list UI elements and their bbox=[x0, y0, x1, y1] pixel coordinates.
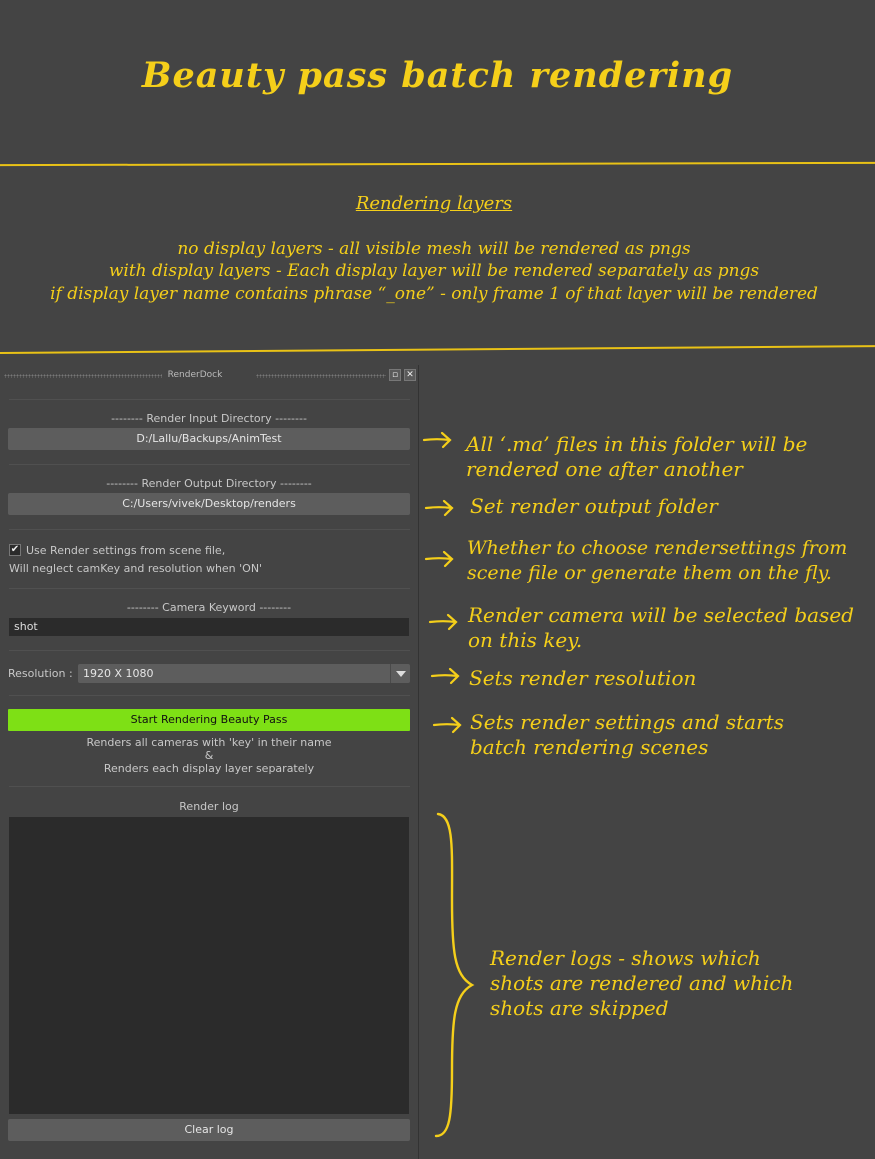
use-scene-settings-label: Use Render settings from scene file, bbox=[26, 544, 226, 557]
arrow-icon bbox=[422, 431, 452, 449]
annotation-line: All ‘.ma’ files in this folder will be bbox=[466, 432, 808, 456]
output-directory-button[interactable]: C:/Users/vivek/Desktop/renders bbox=[8, 493, 410, 515]
resolution-dropdown[interactable]: 1920 X 1080 bbox=[78, 664, 410, 683]
separator bbox=[9, 786, 410, 787]
layer-note-1: no display layers - all visible mesh wil… bbox=[177, 239, 691, 259]
resolution-label: Resolution : bbox=[8, 667, 73, 680]
use-scene-settings-note: Will neglect camKey and resolution when … bbox=[9, 562, 263, 575]
resolution-dropdown-button[interactable] bbox=[390, 664, 410, 683]
start-note-2: Renders each display layer separately bbox=[103, 762, 315, 775]
separator bbox=[9, 650, 410, 651]
annotation-line: scene file or generate them on the fly. bbox=[467, 562, 832, 584]
output-directory-label: -------- Render Output Directory -------… bbox=[106, 477, 312, 490]
render-log-label: Render log bbox=[179, 800, 239, 813]
arrow-icon bbox=[424, 499, 454, 517]
annotation-start: Sets render settings and starts batch re… bbox=[470, 710, 784, 760]
use-scene-settings-checkbox[interactable]: ✔ bbox=[9, 544, 21, 556]
clear-log-button[interactable]: Clear log bbox=[8, 1119, 410, 1141]
annotation-line: Render logs - shows which bbox=[490, 946, 761, 970]
annotation-output-dir: Set render output folder bbox=[470, 494, 718, 519]
arrow-icon bbox=[428, 613, 458, 631]
annotation-log: Render logs - shows which shots are rend… bbox=[490, 946, 793, 1021]
separator bbox=[9, 529, 410, 530]
annotation-resolution: Sets render resolution bbox=[469, 666, 696, 691]
annotation-scene-settings: Whether to choose rendersettings from sc… bbox=[467, 536, 847, 586]
annotation-line: Whether to choose rendersettings from bbox=[467, 537, 848, 559]
layers-heading: Rendering layers bbox=[355, 193, 513, 214]
layer-note-3: if display layer name contains phrase “_… bbox=[50, 284, 818, 304]
dock-titlebar[interactable]: RenderDock ▫ ✕ bbox=[0, 365, 419, 387]
annotation-line: Set render output folder bbox=[470, 494, 718, 518]
brace-icon bbox=[434, 812, 475, 1138]
annotation-line: Render camera will be selected based bbox=[468, 603, 854, 627]
start-note-1: Renders all cameras with 'key' in their … bbox=[86, 736, 332, 749]
separator bbox=[9, 399, 410, 400]
annotation-input-dir: All ‘.ma’ files in this folder will be r… bbox=[466, 432, 807, 482]
arrow-icon bbox=[430, 667, 460, 685]
separator bbox=[9, 588, 410, 589]
input-directory-button[interactable]: D:/Lallu/Backups/AnimTest bbox=[8, 428, 410, 450]
arrow-icon bbox=[432, 716, 462, 734]
page-title: Beauty pass batch rendering bbox=[141, 55, 734, 96]
annotation-line: Sets render resolution bbox=[469, 666, 697, 690]
input-directory-label: -------- Render Input Directory -------- bbox=[111, 412, 307, 425]
chevron-down-icon bbox=[396, 671, 406, 677]
dock-title: RenderDock bbox=[167, 370, 223, 380]
start-rendering-button[interactable]: Start Rendering Beauty Pass bbox=[8, 709, 410, 731]
float-window-icon[interactable]: ▫ bbox=[389, 369, 401, 381]
drag-handle-left[interactable] bbox=[4, 374, 162, 378]
annotation-line: rendered one after another bbox=[466, 457, 743, 481]
annotation-line: on this key. bbox=[468, 628, 583, 652]
annotation-line: shots are skipped bbox=[490, 996, 669, 1020]
close-icon[interactable]: ✕ bbox=[404, 369, 416, 381]
render-log-area[interactable] bbox=[9, 817, 409, 1114]
camera-keyword-label: -------- Camera Keyword -------- bbox=[126, 601, 292, 614]
separator bbox=[9, 464, 410, 465]
separator bbox=[9, 695, 410, 696]
resolution-value: 1920 X 1080 bbox=[83, 667, 154, 680]
annotation-line: shots are rendered and which bbox=[490, 971, 794, 995]
annotation-camera-key: Render camera will be selected based on … bbox=[468, 603, 854, 653]
drag-handle-right[interactable] bbox=[256, 374, 386, 378]
header-divider bbox=[0, 161, 875, 167]
camera-keyword-input[interactable] bbox=[9, 618, 409, 636]
start-note-ampersand: & bbox=[204, 749, 214, 762]
layer-note-2: with display layers - Each display layer… bbox=[108, 261, 760, 281]
arrow-icon bbox=[424, 550, 454, 568]
render-dock-panel: RenderDock ▫ ✕ -------- Render Input Dir… bbox=[0, 365, 419, 1159]
annotation-line: batch rendering scenes bbox=[470, 735, 709, 759]
annotation-line: Sets render settings and starts bbox=[470, 710, 784, 734]
section-divider bbox=[0, 345, 875, 354]
